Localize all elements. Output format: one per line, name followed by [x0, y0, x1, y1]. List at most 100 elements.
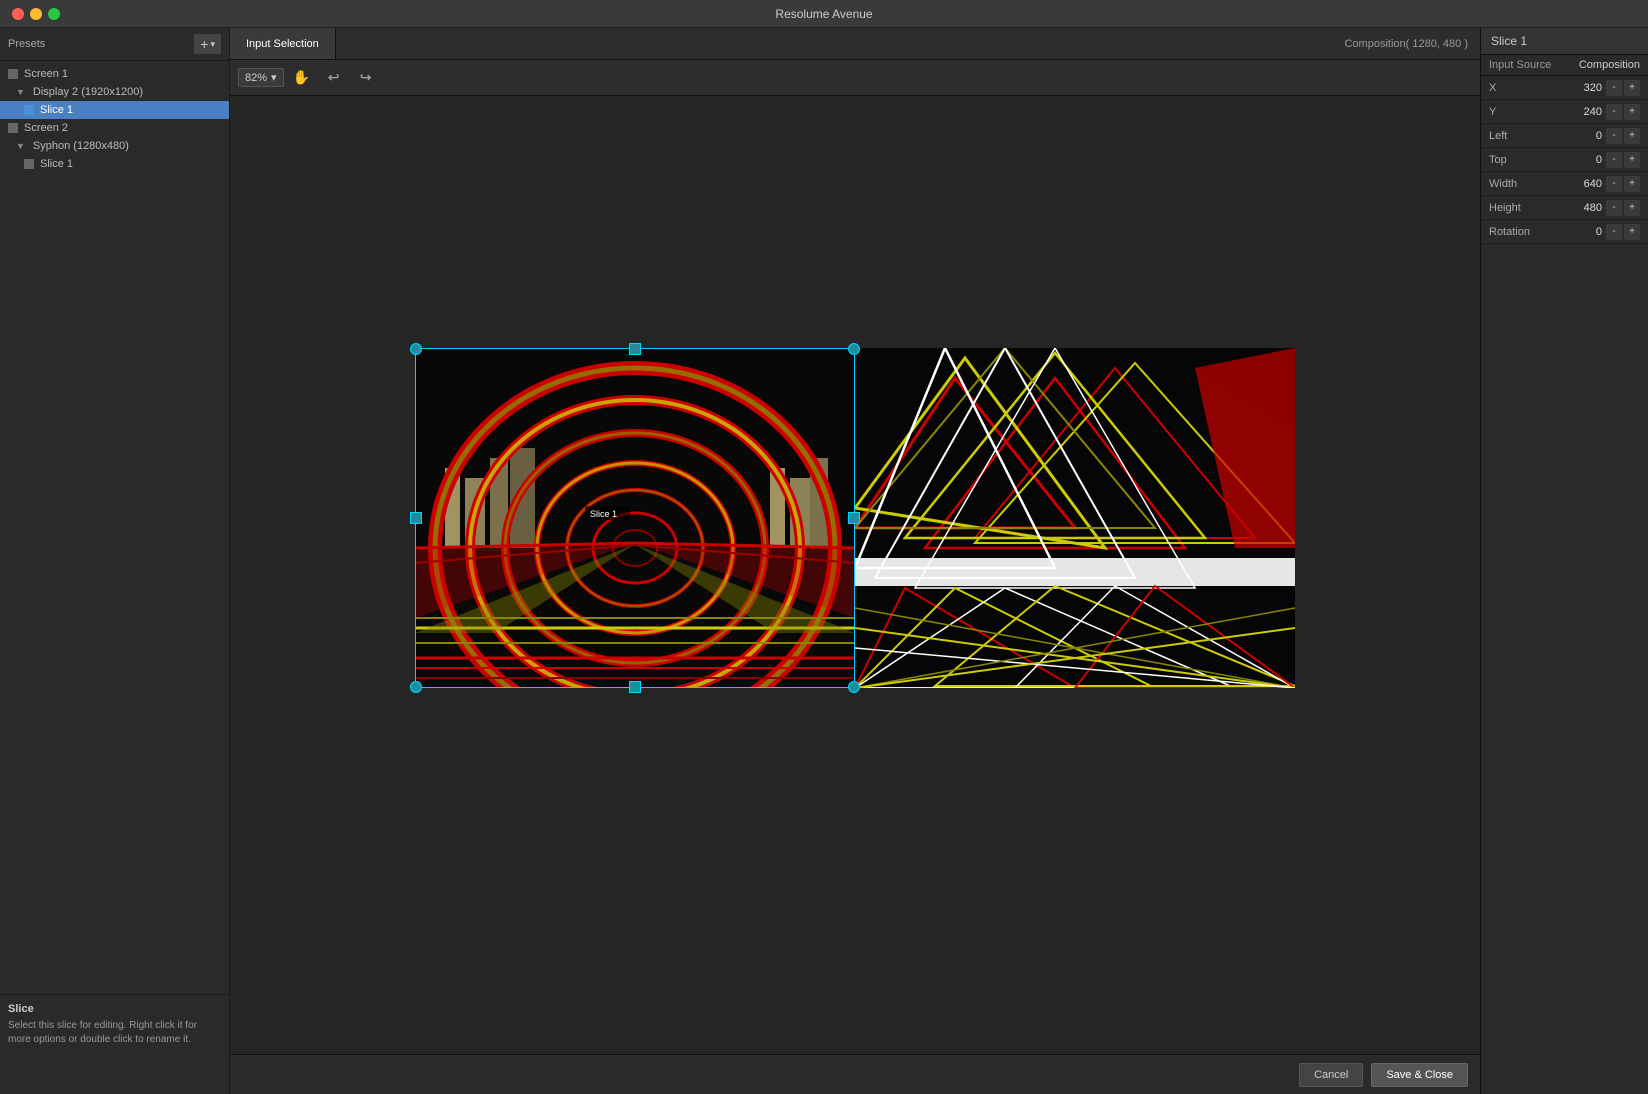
slice-selection[interactable] — [415, 348, 855, 688]
titlebar: Resolume Avenue — [0, 0, 1648, 28]
prop-row-rotation: Rotation 0 - + — [1481, 220, 1648, 244]
prop-y-minus[interactable]: - — [1606, 104, 1622, 120]
prop-width-controls: - + — [1606, 176, 1640, 192]
prop-width-plus[interactable]: + — [1624, 176, 1640, 192]
window-title: Resolume Avenue — [775, 7, 872, 21]
sidebar-tree: Screen 1 ▼ Display 2 (1920x1200) Slice 1… — [0, 61, 229, 994]
tab-input-selection[interactable]: Input Selection — [230, 28, 336, 59]
handle-ml[interactable] — [410, 512, 422, 524]
sidebar-info: Slice Select this slice for editing. Rig… — [0, 994, 229, 1094]
redo-button[interactable]: ↪ — [352, 65, 380, 91]
info-text: Select this slice for editing. Right cli… — [8, 1019, 221, 1047]
undo-icon: ↩ — [328, 69, 340, 86]
prop-width-minus[interactable]: - — [1606, 176, 1622, 192]
prop-x-minus[interactable]: - — [1606, 80, 1622, 96]
info-title: Slice — [8, 1003, 221, 1015]
prop-rotation-label: Rotation — [1489, 226, 1566, 238]
minimize-button[interactable] — [30, 8, 42, 20]
prop-rotation-controls: - + — [1606, 224, 1640, 240]
save-close-button[interactable]: Save & Close — [1371, 1063, 1468, 1087]
handle-tl[interactable] — [410, 343, 422, 355]
prop-top-minus[interactable]: - — [1606, 152, 1622, 168]
prop-y-controls: - + — [1606, 104, 1640, 120]
composition-info: Composition( 1280, 480 ) — [1344, 28, 1480, 59]
tab-bar: Input Selection Composition( 1280, 480 ) — [230, 28, 1480, 60]
undo-button[interactable]: ↩ — [320, 65, 348, 91]
prop-left-controls: - + — [1606, 128, 1640, 144]
prop-left-value: 0 — [1566, 130, 1606, 142]
hand-tool-button[interactable]: ✋ — [288, 65, 316, 91]
sidebar-item-screen2[interactable]: Screen 2 — [0, 119, 229, 137]
add-button[interactable]: + ▾ — [194, 34, 221, 54]
prop-y-value: 240 — [1566, 106, 1606, 118]
composition-preview: Slice 1 — [415, 348, 1295, 688]
bottom-bar: Cancel Save & Close — [230, 1054, 1480, 1094]
slice1-label: Slice 1 — [40, 104, 73, 116]
maximize-button[interactable] — [48, 8, 60, 20]
presets-label: Presets — [8, 38, 45, 50]
display1-label: Display 2 (1920x1200) — [33, 86, 143, 98]
prop-row-width: Width 640 - + — [1481, 172, 1648, 196]
plus-icon: + — [200, 36, 208, 52]
handle-bl[interactable] — [410, 681, 422, 693]
right-panel: Slice 1 Input Source Composition X 320 -… — [1480, 28, 1648, 1094]
handle-tr[interactable] — [848, 343, 860, 355]
tab-input-selection-label: Input Selection — [246, 38, 319, 50]
prop-y-label: Y — [1489, 106, 1566, 118]
prop-top-plus[interactable]: + — [1624, 152, 1640, 168]
prop-row-x: X 320 - + — [1481, 76, 1648, 100]
slice1-icon — [24, 105, 34, 115]
close-button[interactable] — [12, 8, 24, 20]
prop-left-minus[interactable]: - — [1606, 128, 1622, 144]
prop-rotation-value: 0 — [1566, 226, 1606, 238]
hand-icon: ✋ — [293, 69, 310, 86]
prop-row-height: Height 480 - + — [1481, 196, 1648, 220]
prop-height-label: Height — [1489, 202, 1566, 214]
prop-x-label: X — [1489, 82, 1566, 94]
syphon-arrow: ▼ — [16, 141, 25, 151]
prop-left-plus[interactable]: + — [1624, 128, 1640, 144]
prop-width-label: Width — [1489, 178, 1566, 190]
prop-rotation-minus[interactable]: - — [1606, 224, 1622, 240]
source-label: Input Source — [1489, 59, 1579, 71]
zoom-value: 82% — [245, 72, 267, 84]
screen2-icon — [8, 123, 18, 133]
screen1-icon — [8, 69, 18, 79]
prop-row-y: Y 240 - + — [1481, 100, 1648, 124]
prop-row-top: Top 0 - + — [1481, 148, 1648, 172]
sidebar: Presets + ▾ Screen 1 ▼ Display 2 (1920x1… — [0, 28, 230, 1094]
prop-height-plus[interactable]: + — [1624, 200, 1640, 216]
prop-x-value: 320 — [1566, 82, 1606, 94]
syphon-label: Syphon (1280x480) — [33, 140, 129, 152]
prop-y-plus[interactable]: + — [1624, 104, 1640, 120]
zoom-select[interactable]: 82% ▾ — [238, 68, 284, 87]
prop-top-label: Top — [1489, 154, 1566, 166]
zoom-arrow-icon: ▾ — [271, 71, 277, 84]
handle-br[interactable] — [848, 681, 860, 693]
canvas-area[interactable]: Slice 1 — [230, 96, 1480, 1054]
sidebar-item-syphon[interactable]: ▼ Syphon (1280x480) — [0, 137, 229, 155]
sidebar-item-slice1[interactable]: Slice 1 — [0, 101, 229, 119]
display1-arrow: ▼ — [16, 87, 25, 97]
prop-height-value: 480 — [1566, 202, 1606, 214]
prop-x-plus[interactable]: + — [1624, 80, 1640, 96]
screen2-label: Screen 2 — [24, 122, 68, 134]
screen1-label: Screen 1 — [24, 68, 68, 80]
prop-left-label: Left — [1489, 130, 1566, 142]
sidebar-item-screen1[interactable]: Screen 1 — [0, 65, 229, 83]
handle-mr[interactable] — [848, 512, 860, 524]
handle-tm[interactable] — [629, 343, 641, 355]
redo-icon: ↪ — [360, 69, 372, 86]
sidebar-item-display1[interactable]: ▼ Display 2 (1920x1200) — [0, 83, 229, 101]
prop-rotation-plus[interactable]: + — [1624, 224, 1640, 240]
sidebar-item-slice1b[interactable]: Slice 1 — [0, 155, 229, 173]
prop-height-controls: - + — [1606, 200, 1640, 216]
add-arrow: ▾ — [210, 39, 215, 50]
prop-width-value: 640 — [1566, 178, 1606, 190]
handle-bm[interactable] — [629, 681, 641, 693]
main-container: Presets + ▾ Screen 1 ▼ Display 2 (1920x1… — [0, 28, 1648, 1094]
right-art-svg — [855, 348, 1295, 688]
prop-height-minus[interactable]: - — [1606, 200, 1622, 216]
sidebar-header: Presets + ▾ — [0, 28, 229, 61]
cancel-button[interactable]: Cancel — [1299, 1063, 1363, 1087]
